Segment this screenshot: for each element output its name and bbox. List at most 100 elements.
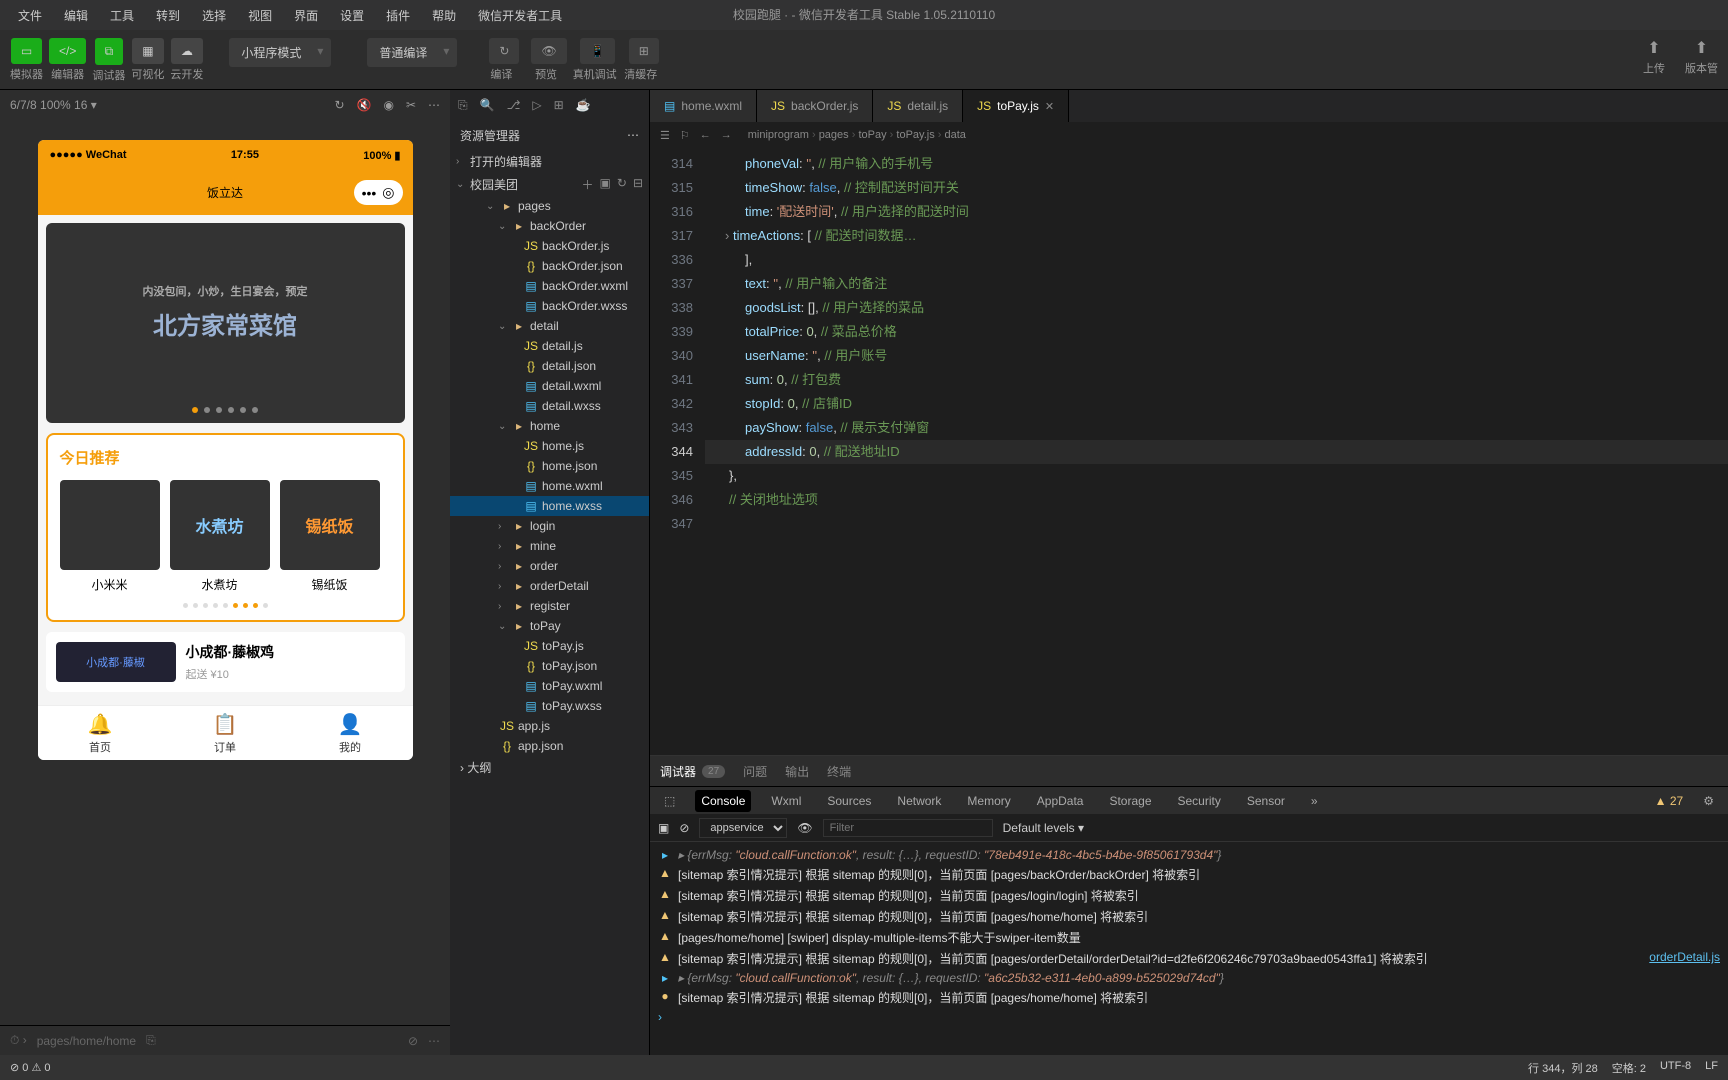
tree-toPay.js[interactable]: JStoPay.js	[450, 636, 649, 656]
simulator-button[interactable]: ▭	[11, 38, 42, 64]
new-file-icon[interactable]: ＋	[582, 176, 594, 193]
tab-backOrder.js[interactable]: JSbackOrder.js	[757, 90, 873, 122]
tree-home.wxss[interactable]: ▤home.wxss	[450, 496, 649, 516]
menu-编辑[interactable]: 编辑	[54, 3, 98, 28]
mute-icon[interactable]: 🔇	[357, 98, 372, 112]
code-area[interactable]: 3143153163173363373383393403413423433443…	[650, 148, 1728, 755]
copy-icon[interactable]: ⎘	[146, 1033, 156, 1048]
panel-tab-问题[interactable]: 问题	[743, 763, 767, 780]
status-item[interactable]: UTF-8	[1660, 1060, 1691, 1076]
device-select[interactable]: 6/7/8 100% 16 ▾	[10, 98, 97, 112]
editor-button[interactable]: </>	[49, 38, 86, 64]
capsule[interactable]: •••◎	[354, 180, 403, 205]
tree-detail[interactable]: ⌄▸detail	[450, 316, 649, 336]
rotate-icon[interactable]: ↻	[334, 98, 344, 112]
search-icon[interactable]: 🔍	[480, 98, 495, 112]
tree-backOrder.wxml[interactable]: ▤backOrder.wxml	[450, 276, 649, 296]
eye-icon[interactable]: 👁	[797, 821, 812, 835]
breadcrumb[interactable]: ☰⚐←→ miniprogram › pages › toPay › toPay…	[650, 122, 1728, 148]
devtab-Sensor[interactable]: Sensor	[1241, 790, 1291, 812]
tree-detail.js[interactable]: JSdetail.js	[450, 336, 649, 356]
project-root[interactable]: ⌄校园美团＋▣↻⊟	[450, 173, 649, 196]
git-icon[interactable]: ⎇	[507, 98, 521, 112]
panel-tab-调试器[interactable]: 调试器	[660, 763, 696, 780]
outline[interactable]: › 大纲	[450, 756, 649, 781]
menu-微信开发者工具[interactable]: 微信开发者工具	[468, 3, 572, 28]
problems[interactable]: ⊘ 0 ⚠ 0	[10, 1061, 50, 1074]
tabbar-首页[interactable]: 🔔首页	[38, 706, 163, 760]
files-icon[interactable]: ⎘	[458, 98, 468, 113]
cloud-button[interactable]: ☁	[171, 38, 203, 64]
devtab-Wxml[interactable]: Wxml	[765, 790, 807, 812]
tree-app.js[interactable]: JSapp.js	[450, 716, 649, 736]
tree-detail.wxml[interactable]: ▤detail.wxml	[450, 376, 649, 396]
tree-detail.json[interactable]: {}detail.json	[450, 356, 649, 376]
rec-item[interactable]: 锡纸饭锡纸饭	[280, 480, 380, 593]
tree-detail.wxss[interactable]: ▤detail.wxss	[450, 396, 649, 416]
action-真机调试[interactable]: 📱	[580, 38, 615, 64]
menu-视图[interactable]: 视图	[238, 3, 282, 28]
tab-detail.js[interactable]: JSdetail.js	[873, 90, 963, 122]
tree-backOrder[interactable]: ⌄▸backOrder	[450, 216, 649, 236]
visual-button[interactable]: ▦	[132, 38, 163, 64]
debugger-button[interactable]: ⧉	[95, 38, 124, 65]
collapse-icon[interactable]: ⊟	[633, 176, 643, 193]
tree-pages[interactable]: ⌄▸pages	[450, 196, 649, 216]
open-editors[interactable]: ›打开的编辑器	[450, 150, 649, 173]
block-icon[interactable]: ⊘	[679, 821, 689, 835]
tree-toPay.wxss[interactable]: ▤toPay.wxss	[450, 696, 649, 716]
clear-icon[interactable]: ▣	[658, 821, 669, 835]
menu-选择[interactable]: 选择	[192, 3, 236, 28]
cut-icon[interactable]: ✂	[406, 98, 416, 112]
tabbar-我的[interactable]: 👤我的	[288, 706, 413, 760]
more-icon[interactable]: ⋯	[428, 98, 440, 112]
devtab-Security[interactable]: Security	[1172, 790, 1227, 812]
panel-tab-输出[interactable]: 输出	[785, 763, 809, 780]
tree-home[interactable]: ⌄▸home	[450, 416, 649, 436]
menu-文件[interactable]: 文件	[8, 3, 52, 28]
menu-帮助[interactable]: 帮助	[422, 3, 466, 28]
tree-backOrder.json[interactable]: {}backOrder.json	[450, 256, 649, 276]
status-item[interactable]: LF	[1705, 1060, 1718, 1076]
status-item[interactable]: 行 344，列 28	[1528, 1060, 1598, 1076]
menu-工具[interactable]: 工具	[100, 3, 144, 28]
status-item[interactable]: 空格: 2	[1612, 1060, 1646, 1076]
tree-register[interactable]: ›▸register	[450, 596, 649, 616]
forward-icon[interactable]: →	[721, 129, 732, 142]
devtab-Console[interactable]: Console	[695, 790, 751, 812]
menu-转到[interactable]: 转到	[146, 3, 190, 28]
gear-icon[interactable]: ⚙	[1697, 790, 1720, 812]
tb-上传[interactable]: ⬆	[1647, 38, 1660, 58]
panel-tab-终端[interactable]: 终端	[827, 763, 851, 780]
tab-home.wxml[interactable]: ▤home.wxml	[650, 90, 757, 122]
more-tabs-icon[interactable]: »	[1305, 790, 1324, 812]
tree-backOrder.js[interactable]: JSbackOrder.js	[450, 236, 649, 256]
console-prompt[interactable]: ›	[658, 1008, 1720, 1026]
menu-设置[interactable]: 设置	[330, 3, 374, 28]
explorer-more-icon[interactable]: ⋯	[627, 128, 639, 142]
rec-item[interactable]: 小米米	[60, 480, 160, 593]
action-预览[interactable]: 👁	[531, 38, 566, 64]
refresh-icon[interactable]: ↻	[617, 176, 627, 193]
tab-toPay.js[interactable]: JStoPay.js✕	[963, 90, 1069, 122]
record-icon[interactable]: ◉	[383, 98, 393, 112]
tree-login[interactable]: ›▸login	[450, 516, 649, 536]
filter-input[interactable]	[823, 819, 993, 837]
inspect-icon[interactable]: ⬚	[658, 790, 681, 812]
tree-backOrder.wxss[interactable]: ▤backOrder.wxss	[450, 296, 649, 316]
sim-more-icon[interactable]: ⋯	[428, 1034, 440, 1048]
tree-order[interactable]: ›▸order	[450, 556, 649, 576]
warn-count[interactable]: ▲ 27	[1649, 790, 1690, 812]
cup-icon[interactable]: ☕	[576, 98, 591, 112]
context-select[interactable]: appservice	[699, 818, 787, 838]
debug-icon[interactable]: ▷	[532, 98, 541, 112]
tree-home.json[interactable]: {}home.json	[450, 456, 649, 476]
shop-item[interactable]: 小成都·藤椒 小成都·藤椒鸡起送 ¥10	[46, 632, 405, 692]
timing-icon[interactable]: ⏱ ›	[10, 1033, 27, 1048]
banner[interactable]: 北方家常菜馆 内没包间，小炒，生日宴会，预定	[46, 223, 405, 423]
tabbar-订单[interactable]: 📋订单	[163, 706, 288, 760]
tb-版本管[interactable]: ⬆	[1695, 38, 1708, 58]
tree-home.js[interactable]: JShome.js	[450, 436, 649, 456]
devtab-Memory[interactable]: Memory	[961, 790, 1016, 812]
devtab-Storage[interactable]: Storage	[1103, 790, 1157, 812]
